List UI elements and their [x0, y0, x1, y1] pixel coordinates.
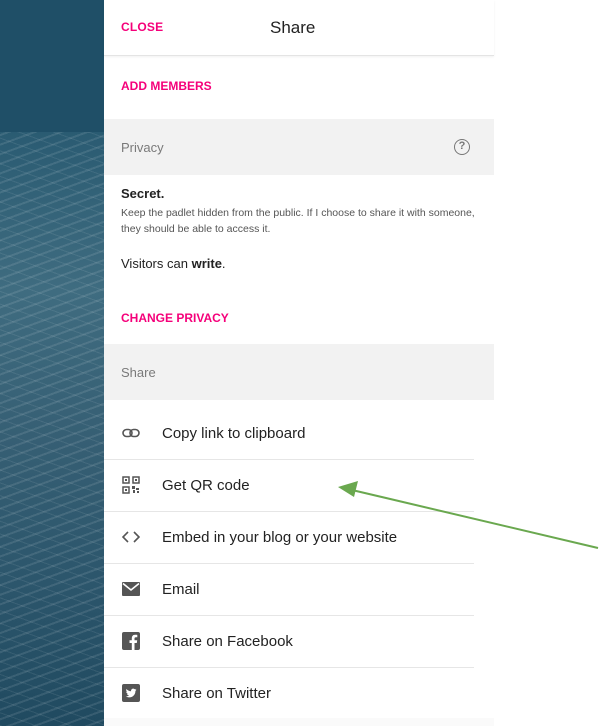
background-image [0, 0, 104, 726]
background-top [0, 0, 104, 132]
email-icon [121, 579, 141, 599]
add-members-button[interactable]: ADD MEMBERS [121, 79, 212, 93]
privacy-level-title: Secret. [121, 186, 165, 201]
privacy-description: Keep the padlet hidden from the public. … [121, 207, 475, 235]
share-item-label: Embed in your blog or your website [162, 529, 398, 546]
share-item-label: Share on Twitter [162, 685, 271, 702]
visitor-permission: Visitors can write. [121, 256, 226, 271]
panel-title: Share [270, 18, 316, 37]
visitor-permission-prefix: Visitors can [121, 256, 192, 271]
share-item-twitter[interactable]: Share on Twitter [104, 668, 474, 720]
share-item-copy-link[interactable]: Copy link to clipboard [104, 408, 474, 460]
share-section-header: Share [104, 344, 494, 400]
help-icon[interactable]: ? [454, 139, 470, 155]
share-item-facebook[interactable]: Share on Facebook [104, 616, 474, 668]
twitter-icon [121, 683, 141, 703]
share-item-label: Copy link to clipboard [162, 425, 306, 442]
share-label: Share [121, 365, 156, 380]
qr-code-icon [121, 475, 141, 495]
panel-header: CLOSE Share [104, 0, 494, 56]
share-item-email[interactable]: Email [104, 564, 474, 616]
panel-bottom-edge [104, 718, 494, 726]
share-item-qr-code[interactable]: Get QR code [104, 460, 474, 512]
change-privacy-button[interactable]: CHANGE PRIVACY [121, 311, 229, 325]
share-options-list: Copy link to clipboard Get QR code Embed… [104, 408, 494, 720]
share-item-label: Email [162, 581, 200, 598]
privacy-section-header: Privacy ? [104, 119, 494, 175]
share-item-label: Get QR code [162, 477, 250, 494]
visitor-permission-value: write [191, 256, 222, 271]
share-panel: CLOSE Share ADD MEMBERS Privacy ? Secret… [104, 0, 494, 726]
privacy-label: Privacy [121, 140, 164, 155]
facebook-icon [121, 631, 141, 651]
visitor-permission-suffix: . [221, 256, 226, 271]
close-button[interactable]: CLOSE [121, 20, 163, 34]
link-icon [121, 423, 141, 443]
share-item-label: Share on Facebook [162, 633, 293, 650]
code-icon [121, 527, 141, 547]
share-item-embed[interactable]: Embed in your blog or your website [104, 512, 474, 564]
